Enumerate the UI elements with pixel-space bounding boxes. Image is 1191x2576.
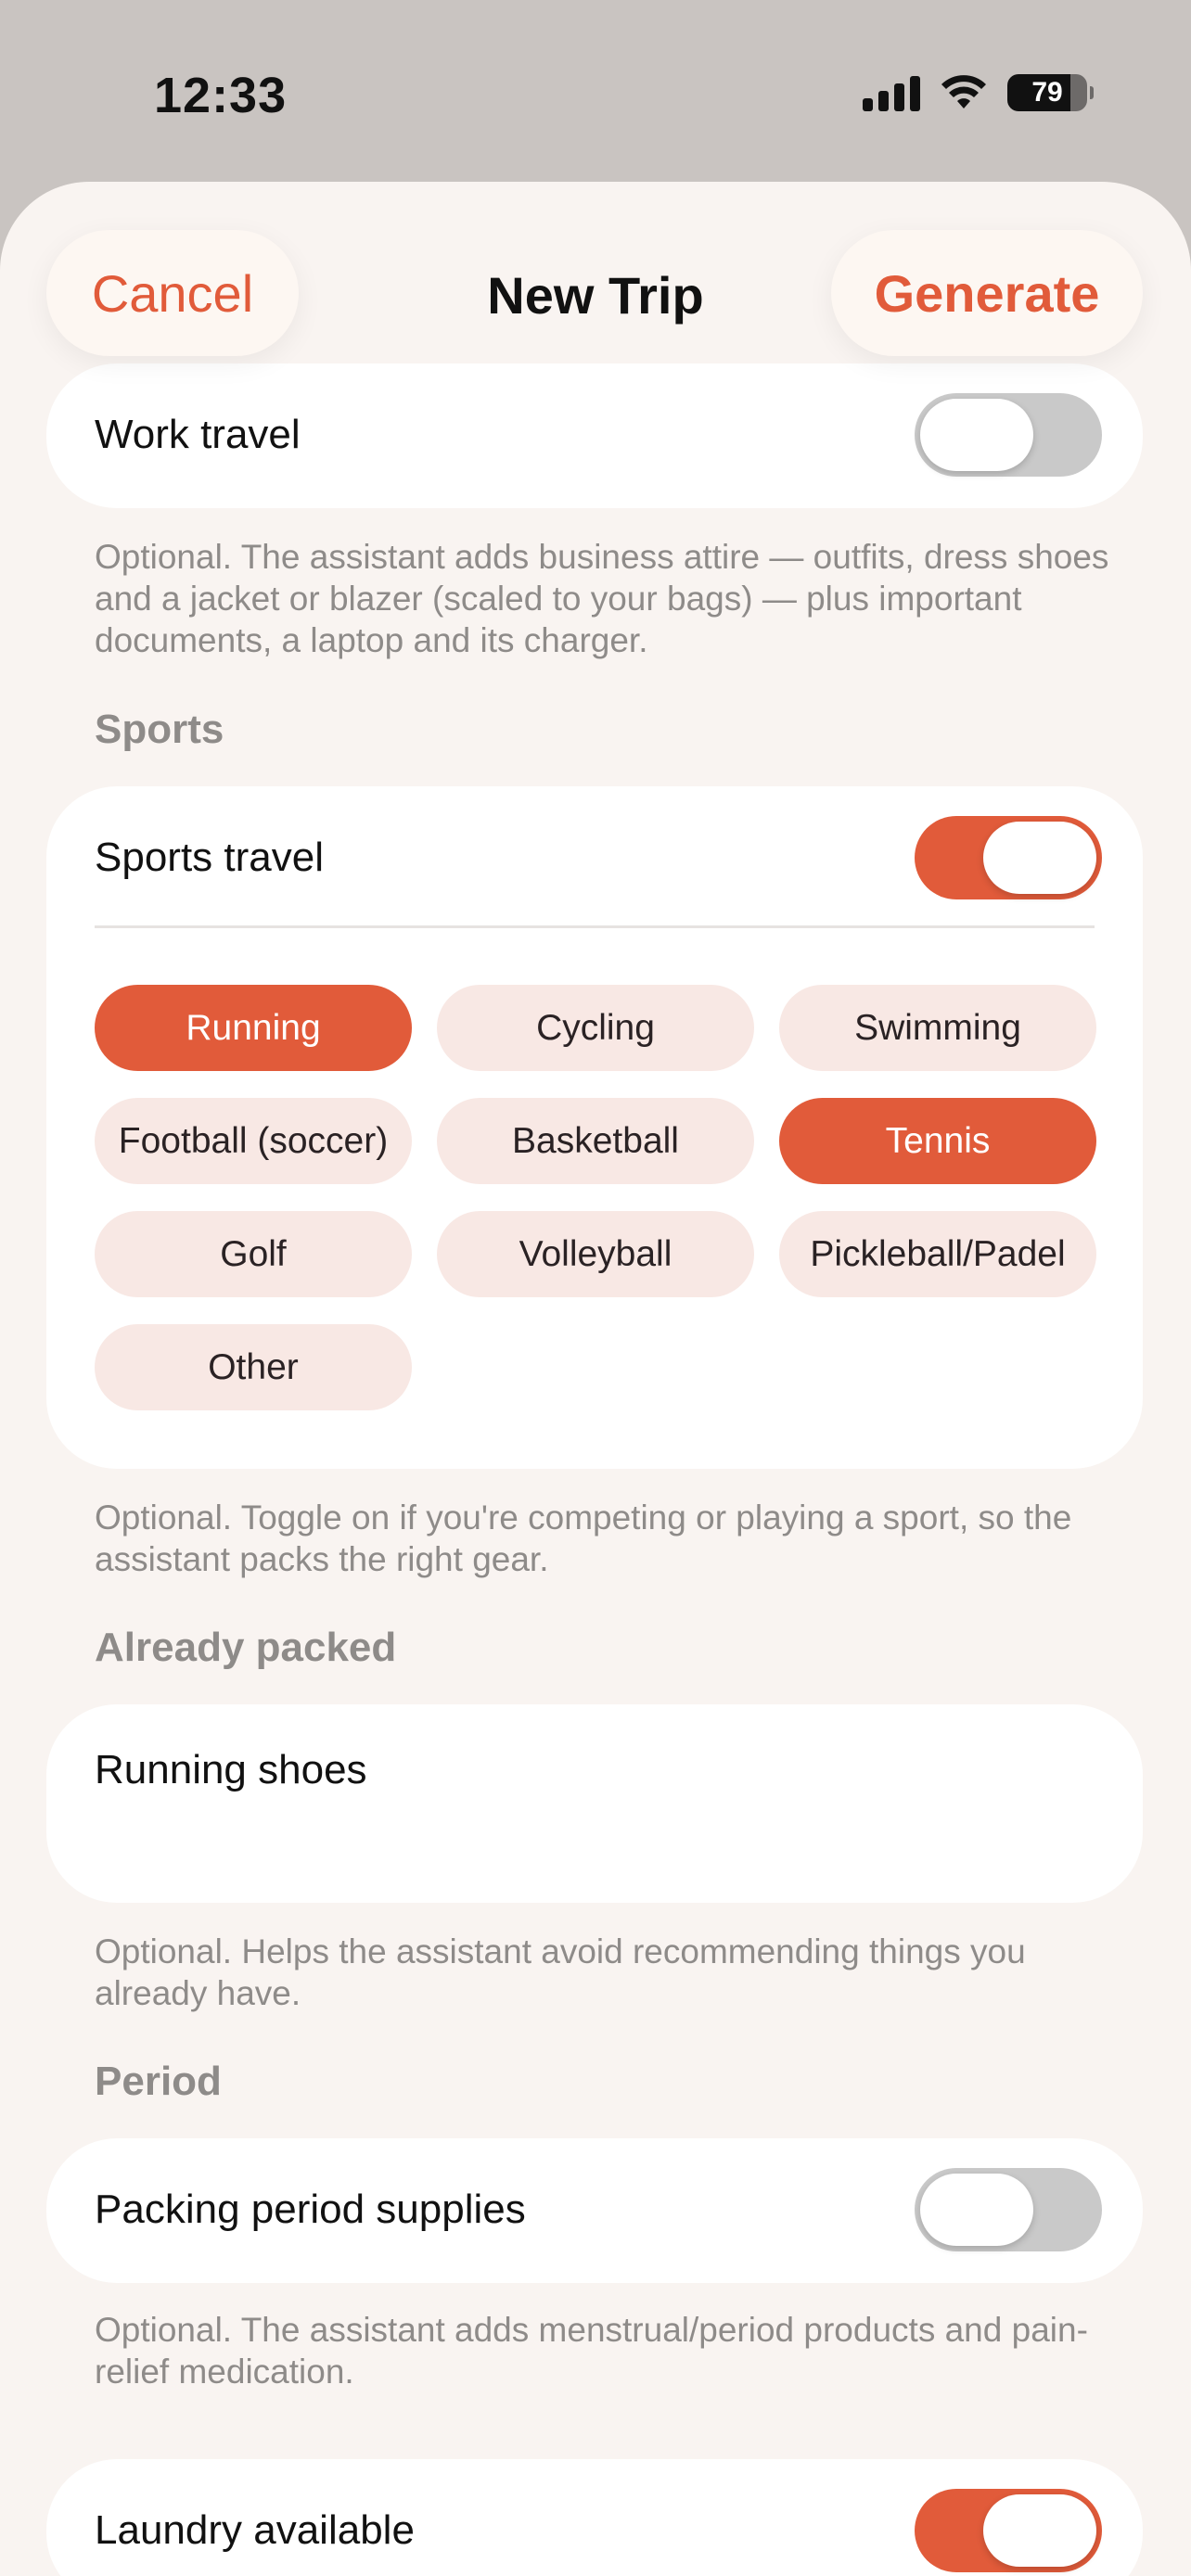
laundry-card: Laundry available (46, 2459, 1143, 2576)
nav-bar: Cancel New Trip Generate (0, 182, 1191, 367)
period-supplies-label: Packing period supplies (95, 2187, 526, 2232)
period-card: Packing period supplies (46, 2138, 1143, 2283)
sports-section-header: Sports (95, 707, 224, 752)
period-footnote: Optional. The assistant adds menstrual/p… (95, 2311, 1088, 2391)
sports-travel-toggle[interactable] (915, 816, 1102, 899)
already-packed-footnote: Optional. Helps the assistant avoid reco… (95, 1932, 1026, 2012)
cellular-signal-icon (863, 74, 920, 111)
sport-chip[interactable]: Football (soccer) (95, 1098, 412, 1184)
status-bar: 12:33 79 (0, 0, 1191, 185)
period-section-header: Period (95, 2059, 222, 2104)
period-supplies-toggle[interactable] (915, 2168, 1102, 2251)
laundry-toggle[interactable] (915, 2489, 1102, 2572)
sports-card: Sports travel Running Cycling Swimming Foot… (46, 786, 1143, 1469)
sport-chip[interactable]: Basketball (437, 1098, 754, 1184)
battery-level: 79 (1031, 77, 1063, 108)
battery-icon: 79 (1007, 74, 1094, 111)
sports-footnote: Optional. Toggle on if you're competing … (95, 1498, 1072, 1578)
sport-chip[interactable]: Cycling (437, 985, 754, 1071)
new-trip-sheet: Work travel Optional. The assistant adds… (0, 182, 1191, 2576)
laundry-label: Laundry available (95, 2507, 415, 2553)
sport-chip[interactable]: Running (95, 985, 412, 1071)
work-travel-toggle[interactable] (915, 393, 1102, 477)
generate-button[interactable]: Generate (831, 230, 1143, 356)
sport-chip[interactable]: Pickleball/Padel (779, 1211, 1096, 1297)
status-time: 12:33 (154, 68, 288, 123)
work-travel-label: Work travel (95, 412, 301, 457)
already-packed-value: Running shoes (95, 1747, 367, 1792)
work-travel-card: Work travel (46, 363, 1143, 508)
wifi-icon (941, 75, 986, 108)
already-packed-field[interactable]: Running shoes (46, 1704, 1143, 1903)
sport-chips: Running Cycling Swimming Football (soccer) B… (95, 985, 1096, 1410)
sport-chip[interactable]: Swimming (779, 985, 1096, 1071)
sport-chip[interactable]: Other (95, 1324, 412, 1410)
sports-travel-label: Sports travel (95, 835, 324, 880)
status-icons: 79 (863, 74, 1094, 111)
sports-divider (95, 925, 1095, 928)
already-packed-section-header: Already packed (95, 1625, 397, 1670)
work-travel-footnote: Optional. The assistant adds business at… (95, 538, 1109, 659)
sport-chip[interactable]: Tennis (779, 1098, 1096, 1184)
sport-chip[interactable]: Golf (95, 1211, 412, 1297)
sport-chip[interactable]: Volleyball (437, 1211, 754, 1297)
